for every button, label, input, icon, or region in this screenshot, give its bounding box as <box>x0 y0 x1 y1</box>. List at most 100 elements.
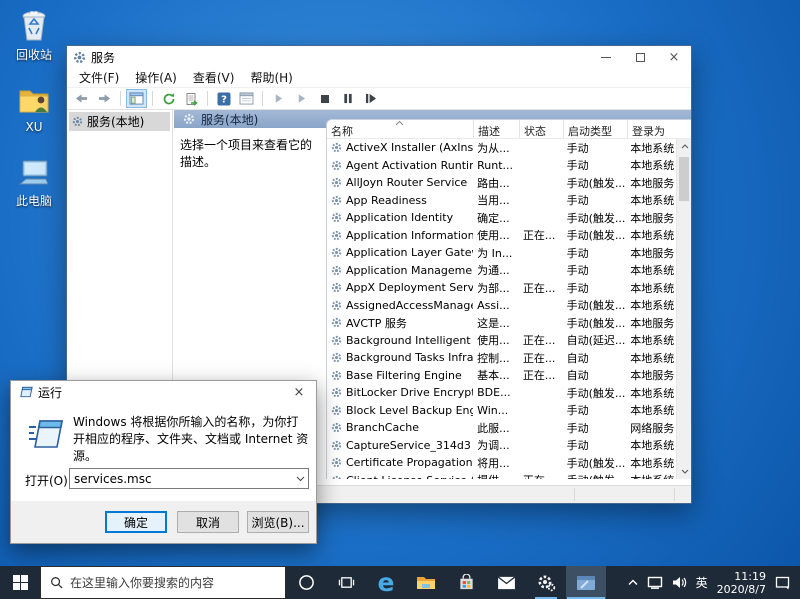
table-row[interactable]: AVCTP 服务这是...手动(触发...本地服务 <box>327 314 676 332</box>
menu-item[interactable]: 操作(A) <box>127 67 185 88</box>
task-view-button[interactable] <box>326 566 366 599</box>
desktop-icon-user-folder[interactable]: XU <box>7 82 61 134</box>
run-close-icon[interactable]: × <box>282 381 316 403</box>
table-row[interactable]: AllJoyn Router Service路由...手动(触发...本地服务 <box>327 174 676 192</box>
refresh-icon[interactable] <box>158 89 179 108</box>
table-row[interactable]: App Readiness当用...手动本地系统 <box>327 192 676 210</box>
cell-status: 正在... <box>519 280 563 296</box>
cortana-button[interactable] <box>286 566 326 599</box>
vertical-scrollbar[interactable] <box>676 139 691 479</box>
menu-item[interactable]: 帮助(H) <box>242 67 300 88</box>
active-services-window-button[interactable] <box>566 566 606 599</box>
cell-status: 正在... <box>519 472 563 479</box>
column-header[interactable]: 启动类型 <box>564 120 628 138</box>
description-hint: 选择一个项目来查看它的描述。 <box>180 136 320 170</box>
service-gear-icon <box>331 195 342 206</box>
table-row[interactable]: Block Level Backup Engi...Win...手动本地系统 <box>327 402 676 420</box>
store-button[interactable] <box>446 566 486 599</box>
cell-name: App Readiness <box>327 194 473 207</box>
table-row[interactable]: Base Filtering Engine基本...正在...自动本地服务 <box>327 367 676 385</box>
ok-button[interactable]: 确定 <box>105 511 167 533</box>
properties-icon[interactable] <box>236 89 257 108</box>
table-row[interactable]: Background Intelligent T...使用...正在...自动(… <box>327 332 676 350</box>
ime-indicator[interactable]: 英 <box>696 574 708 591</box>
browse-button[interactable]: 浏览(B)... <box>247 511 309 533</box>
table-row[interactable]: Application Identity确定...手动(触发...本地服务 <box>327 209 676 227</box>
table-row[interactable]: AssignedAccessManager...Assi...手动(触发...本… <box>327 297 676 315</box>
table-row[interactable]: Application Layer Gatewa...为 In...手动本地服务 <box>327 244 676 262</box>
cell-status: 正在... <box>519 350 563 366</box>
edge-button[interactable]: e <box>366 566 406 599</box>
back-icon[interactable] <box>71 89 92 108</box>
column-header[interactable]: 描述 <box>474 120 520 138</box>
scroll-up-icon[interactable] <box>677 139 691 154</box>
minimize-button[interactable] <box>589 46 623 68</box>
table-row[interactable]: Application Information使用...正在...手动(触发..… <box>327 227 676 245</box>
column-header[interactable]: 登录为 <box>628 120 678 138</box>
pause-service-icon[interactable] <box>337 89 358 108</box>
service-gear-icon <box>331 265 342 276</box>
combo-chevron-down-icon[interactable] <box>292 476 308 482</box>
file-explorer-button[interactable] <box>406 566 446 599</box>
restart-service-icon[interactable] <box>360 89 381 108</box>
service-gear-icon <box>331 475 342 479</box>
cancel-button[interactable]: 取消 <box>177 511 239 533</box>
open-input[interactable] <box>70 472 292 486</box>
action-center-icon[interactable] <box>775 576 790 590</box>
export-list-icon[interactable] <box>181 89 202 108</box>
cell-name: Application Information <box>327 229 473 242</box>
cell-logon: 网络服务 <box>626 420 676 436</box>
run-title-icon <box>18 386 33 398</box>
desktop-icon-this-pc[interactable]: 此电脑 <box>7 154 61 209</box>
start-service-icon[interactable] <box>268 89 289 108</box>
menu-item[interactable]: 查看(V) <box>185 67 243 88</box>
scrollbar-thumb[interactable] <box>679 157 689 201</box>
cell-name: Certificate Propagation <box>327 456 473 469</box>
cell-desc: 当用... <box>473 192 519 208</box>
scroll-down-icon[interactable] <box>677 464 691 479</box>
start-button[interactable] <box>0 566 40 599</box>
table-row[interactable]: BranchCache此服...手动网络服务 <box>327 419 676 437</box>
taskbar-search[interactable] <box>40 566 286 599</box>
column-header[interactable]: 状态 <box>520 120 564 138</box>
help-icon[interactable]: ? <box>213 89 234 108</box>
table-row[interactable]: Client License Service (Cli...提供...正在...… <box>327 472 676 480</box>
service-gear-icon <box>331 370 342 381</box>
search-icon <box>50 576 63 589</box>
volume-icon[interactable] <box>672 576 687 589</box>
cell-desc: 为部... <box>473 280 519 296</box>
menu-item[interactable]: 文件(F) <box>71 67 127 88</box>
network-icon[interactable] <box>647 576 663 589</box>
cell-startup: 手动(触发... <box>563 175 627 191</box>
open-combobox[interactable] <box>69 468 309 489</box>
maximize-button[interactable] <box>623 46 657 68</box>
table-row[interactable]: Certificate Propagation将用...手动(触发...本地系统 <box>327 454 676 472</box>
table-row[interactable]: Agent Activation Runtime...Runt...手动本地系统 <box>327 157 676 175</box>
gears-icon <box>536 574 556 592</box>
mail-button[interactable] <box>486 566 526 599</box>
console-tree-icon[interactable] <box>126 89 147 108</box>
tray-chevron-up-icon[interactable] <box>628 579 638 586</box>
search-input[interactable] <box>70 576 276 590</box>
table-row[interactable]: Background Tasks Infras...控制...正在...自动本地… <box>327 349 676 367</box>
resume-service-icon[interactable] <box>291 89 312 108</box>
recycle-bin-icon <box>16 8 52 44</box>
edge-icon: e <box>378 570 395 595</box>
table-row[interactable]: ActiveX Installer (AxInstSV)为从...手动本地系统 <box>327 139 676 157</box>
list-header: 名称描述状态启动类型登录为 <box>327 120 691 139</box>
cell-desc: 为从... <box>473 140 519 156</box>
stop-service-icon[interactable] <box>314 89 335 108</box>
this-pc-icon <box>16 154 52 190</box>
tray-clock[interactable]: 11:19 2020/8/7 <box>717 570 766 596</box>
cell-desc: Assi... <box>473 299 519 312</box>
services-tray-app-button[interactable] <box>526 566 566 599</box>
tree-item-services-local[interactable]: 服务(本地) <box>69 112 170 131</box>
table-row[interactable]: Application Management为通...手动本地系统 <box>327 262 676 280</box>
cell-startup: 手动 <box>563 140 627 156</box>
forward-icon[interactable] <box>94 89 115 108</box>
table-row[interactable]: CaptureService_314d3为调...手动本地系统 <box>327 437 676 455</box>
desktop-icon-recycle-bin[interactable]: 回收站 <box>7 8 61 63</box>
table-row[interactable]: BitLocker Drive Encryptio...BDE...手动(触发.… <box>327 384 676 402</box>
table-row[interactable]: AppX Deployment Servic...为部...正在...手动本地系… <box>327 279 676 297</box>
close-button[interactable]: × <box>657 46 691 68</box>
